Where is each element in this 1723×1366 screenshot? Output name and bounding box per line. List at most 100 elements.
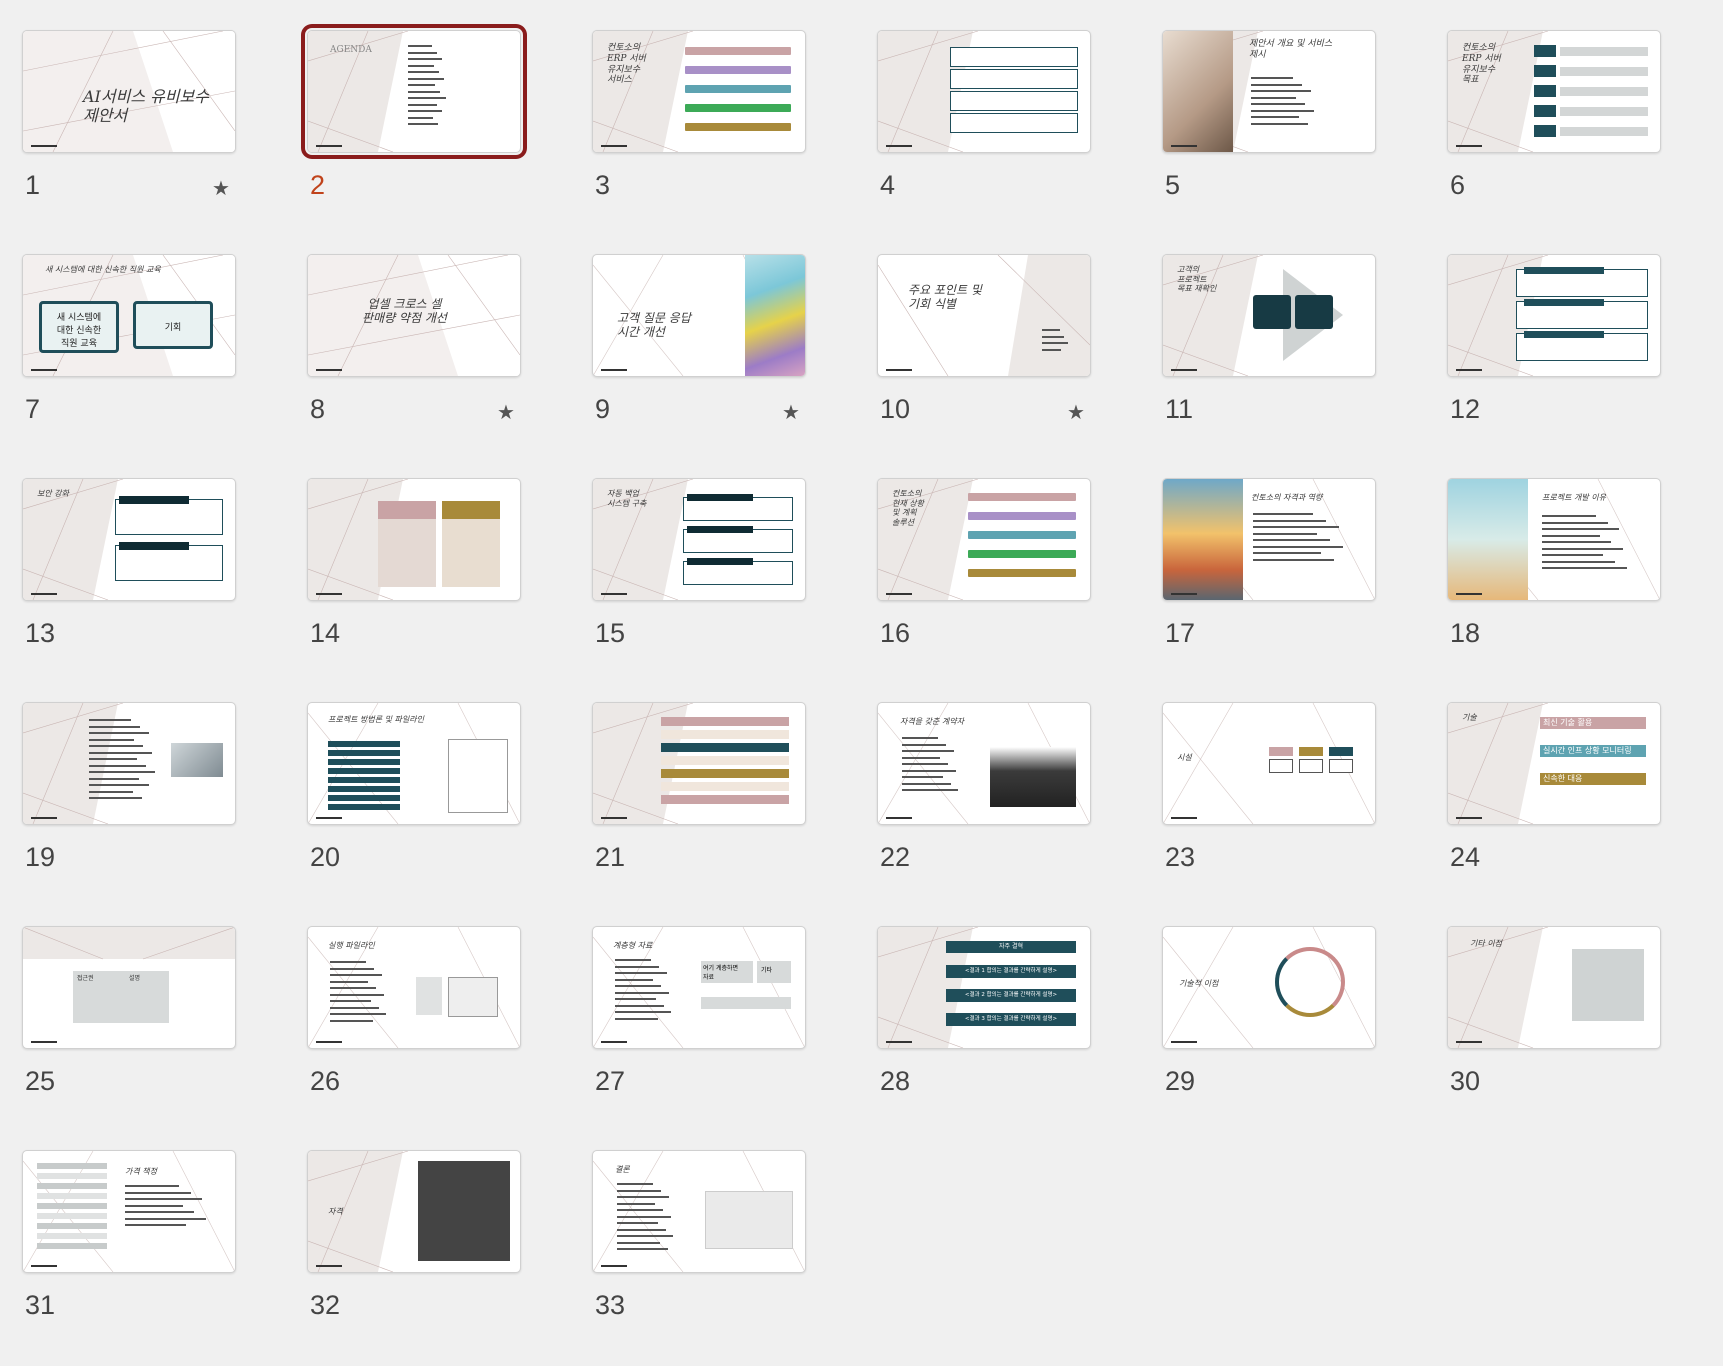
slide-preview[interactable]: 계층형 자료 여기 계층하면 자료 기타 <box>592 926 806 1049</box>
text-line <box>408 97 446 99</box>
slide-thumbnail-12[interactable]: 12 <box>1447 254 1661 464</box>
slide-preview[interactable]: 제안서 개요 및 서비스 제시 <box>1162 30 1376 153</box>
slide-thumbnail-30[interactable]: 기타 이점 30 <box>1447 926 1661 1136</box>
text-line <box>125 1217 206 1220</box>
slide-thumbnail-29[interactable]: 기술적 이점 29 <box>1162 926 1376 1136</box>
slide-preview[interactable] <box>22 702 236 825</box>
slide-thumbnail-21[interactable]: 21 <box>592 702 806 912</box>
slide-thumbnail-27[interactable]: 계층형 자료 여기 계층하면 자료 기타 27 <box>592 926 806 1136</box>
transition-star-icon[interactable]: ★ <box>1067 400 1085 424</box>
slide-preview[interactable]: AGENDA <box>307 30 521 153</box>
slide-preview[interactable]: 새 시스템에 대한 신속한 직원 교육 새 시스템에 대한 신속한 직원 교육 기회 <box>22 254 236 377</box>
slide-preview[interactable]: 프로젝트 방법론 및 파일라인 <box>307 702 521 825</box>
slide-thumbnail-11[interactable]: 고객의 프로젝트 목표 재확인 11 <box>1162 254 1376 464</box>
slide-thumbnail-22[interactable]: 자격을 갖춘 계약자 22 <box>877 702 1091 912</box>
slide-preview[interactable]: 보안 강화 <box>22 478 236 601</box>
slide-thumbnail-15[interactable]: 자동 백업 시스템 구축 15 <box>592 478 806 688</box>
slide-thumbnail-26[interactable]: 실행 파일라인 26 <box>307 926 521 1136</box>
transition-star-icon[interactable]: ★ <box>497 400 515 424</box>
cycle-diagram <box>1275 947 1345 1017</box>
content-box <box>1329 759 1353 773</box>
slide-thumbnail-33[interactable]: 결론 33 <box>592 1150 806 1360</box>
slide-preview[interactable]: 주요 포인트 및 기회 식별 <box>877 254 1091 377</box>
text-line <box>617 1235 674 1237</box>
slide-preview[interactable] <box>307 478 521 601</box>
slide-preview[interactable]: 자격을 갖춘 계약자 <box>877 702 1091 825</box>
table-row <box>328 750 400 756</box>
slide-preview[interactable]: 컨토소의 ERP 서버 유지보수 목표 <box>1447 30 1661 153</box>
text-line <box>615 965 659 968</box>
slide-title: 제안서 개요 및 서비스 제시 <box>1249 39 1333 60</box>
flow-step <box>1534 105 1556 117</box>
slide-thumbnail-17[interactable]: 컨토소의 자격과 역량 17 <box>1162 478 1376 688</box>
slide-thumbnail-25[interactable]: 접근권 설명 25 <box>22 926 236 1136</box>
content-bar <box>968 569 1076 577</box>
slide-preview[interactable]: 컨토소의 ERP 서버 유지보수 서비스 <box>592 30 806 153</box>
slide-thumbnail-2[interactable]: AGENDA 2 <box>307 30 521 240</box>
text-line <box>617 1228 666 1231</box>
slide-title: AGENDA <box>330 45 372 55</box>
slide-thumbnail-7[interactable]: 새 시스템에 대한 신속한 직원 교육 새 시스템에 대한 신속한 직원 교육 기회… <box>22 254 236 464</box>
slide-preview[interactable]: 프로젝트 개발 이유 <box>1447 478 1661 601</box>
slide-thumbnail-9[interactable]: 고객 질문 응답 시간 개선 9 ★ <box>592 254 806 464</box>
slide-thumbnail-14[interactable]: 14 <box>307 478 521 688</box>
slide-thumbnail-31[interactable]: 가격 책정 31 <box>22 1150 236 1360</box>
slide-preview[interactable]: 자주 결혁 <결과 1 합의는 결과를 간략하게 설명> <결과 2 합의는 결과를… <box>877 926 1091 1049</box>
slide-thumbnail-18[interactable]: 프로젝트 개발 이유 18 <box>1447 478 1661 688</box>
slide-preview[interactable]: 자격 <box>307 1150 521 1273</box>
slide-number: 24 <box>1450 842 1481 872</box>
slide-preview[interactable]: 시설 <box>1162 702 1376 825</box>
slide-thumbnail-4[interactable]: 4 <box>877 30 1091 240</box>
slide-preview[interactable]: 고객 질문 응답 시간 개선 <box>592 254 806 377</box>
content-box: 새 시스템에 대한 신속한 직원 교육 <box>39 301 119 353</box>
slide-preview[interactable]: 기술 최신 기술 활용 실시간 인프 상황 모니터링 신속한 대응 <box>1447 702 1661 825</box>
text-line <box>89 751 152 754</box>
slide-preview[interactable]: 업셀 크로스 셀 판매량 약점 개선 <box>307 254 521 377</box>
slide-preview[interactable]: 접근권 설명 <box>22 926 236 1049</box>
text-line <box>1253 519 1326 522</box>
slide-preview[interactable]: 실행 파일라인 <box>307 926 521 1049</box>
slide-preview[interactable] <box>877 30 1091 153</box>
slide-thumbnail-20[interactable]: 프로젝트 방법론 및 파일라인 20 <box>307 702 521 912</box>
slide-thumbnail-6[interactable]: 컨토소의 ERP 서버 유지보수 목표 6 <box>1447 30 1661 240</box>
slide-preview[interactable]: 기타 이점 <box>1447 926 1661 1049</box>
slide-preview[interactable]: 자동 백업 시스템 구축 <box>592 478 806 601</box>
slide-preview[interactable]: 컨토소의 현재 상황 및 계획 솔루션 <box>877 478 1091 601</box>
slide-thumbnail-32[interactable]: 자격 32 <box>307 1150 521 1360</box>
slide-number: 32 <box>310 1290 341 1320</box>
slide-thumbnail-1[interactable]: AI서비스 유비보수 제안서 1 ★ <box>22 30 236 240</box>
slide-thumbnail-16[interactable]: 컨토소의 현재 상황 및 계획 솔루션 16 <box>877 478 1091 688</box>
slide-thumbnail-24[interactable]: 기술 최신 기술 활용 실시간 인프 상황 모니터링 신속한 대응 24 <box>1447 702 1661 912</box>
slide-thumbnail-19[interactable]: 19 <box>22 702 236 912</box>
transition-star-icon[interactable]: ★ <box>782 400 800 424</box>
text-line <box>1251 103 1305 105</box>
slide-thumbnail-23[interactable]: 시설 23 <box>1162 702 1376 912</box>
text-line <box>1542 554 1604 556</box>
slide-preview[interactable]: 고객의 프로젝트 목표 재확인 <box>1162 254 1376 377</box>
text-line <box>902 782 951 785</box>
slide-thumbnail-10[interactable]: 주요 포인트 및 기회 식별 10 ★ <box>877 254 1091 464</box>
slide-thumbnail-8[interactable]: 업셀 크로스 셀 판매량 약점 개선 8 ★ <box>307 254 521 464</box>
slide-number: 3 <box>595 170 611 200</box>
content-header <box>687 526 753 533</box>
slide-preview[interactable] <box>1447 254 1661 377</box>
slide-preview[interactable]: 가격 책정 <box>22 1150 236 1273</box>
transition-star-icon[interactable]: ★ <box>212 176 230 200</box>
company-logo <box>601 369 627 371</box>
slide-preview[interactable]: 기술적 이점 <box>1162 926 1376 1049</box>
slide-thumbnail-3[interactable]: 컨토소의 ERP 서버 유지보수 서비스 3 <box>592 30 806 240</box>
slide-thumbnail-5[interactable]: 제안서 개요 및 서비스 제시 5 <box>1162 30 1376 240</box>
slide-preview[interactable]: 컨토소의 자격과 역량 <box>1162 478 1376 601</box>
slide-preview[interactable]: 결론 <box>592 1150 806 1273</box>
text-line <box>1253 539 1330 541</box>
flow-row <box>661 795 789 804</box>
slide-preview[interactable] <box>592 702 806 825</box>
text-line <box>125 1185 179 1187</box>
text-line <box>617 1209 664 1211</box>
text-line <box>1253 532 1317 535</box>
slide-preview[interactable]: AI서비스 유비보수 제안서 <box>22 30 236 153</box>
photo-image <box>1163 479 1243 600</box>
slide-thumbnail-28[interactable]: 자주 결혁 <결과 1 합의는 결과를 간략하게 설명> <결과 2 합의는 결과를… <box>877 926 1091 1136</box>
text-line <box>1251 90 1312 92</box>
slide-thumbnail-13[interactable]: 보안 강화 13 <box>22 478 236 688</box>
